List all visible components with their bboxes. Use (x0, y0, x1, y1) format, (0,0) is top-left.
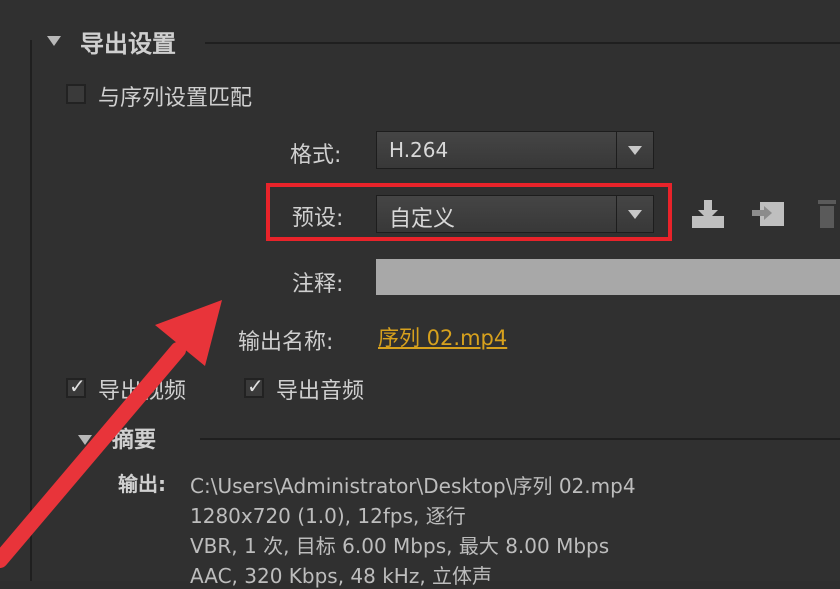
red-annotation-arrow (0, 300, 222, 568)
